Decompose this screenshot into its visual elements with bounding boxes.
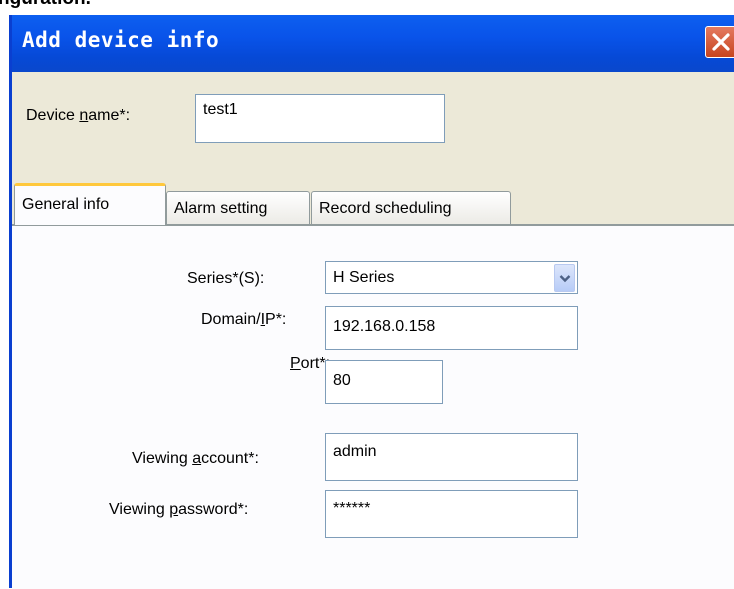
device-name-label: Device name*: <box>26 107 131 124</box>
dialog-body: Device name*: test1 General info Alarm s… <box>12 72 734 589</box>
tab-general-info[interactable]: General info <box>14 183 166 225</box>
viewing-password-input[interactable]: ****** <box>325 490 578 538</box>
series-select[interactable]: H Series <box>325 261 578 294</box>
page-heading: nguration. <box>0 0 91 10</box>
close-x-icon <box>712 33 730 51</box>
tab-alarm-setting[interactable]: Alarm setting <box>166 191 310 224</box>
viewing-account-input[interactable]: admin <box>325 433 578 481</box>
dialog-title: Add device info <box>22 28 220 52</box>
viewing-account-label: Viewing account*: <box>132 450 259 467</box>
add-device-dialog: Add device info Device name*: test1 Gene… <box>9 15 734 589</box>
tab-label: Record scheduling <box>319 200 452 217</box>
tab-label: General info <box>22 196 110 213</box>
port-input[interactable]: 80 <box>325 360 443 404</box>
series-dropdown-button[interactable] <box>554 264 575 292</box>
domain-ip-label: Domain/IP*: <box>201 311 287 328</box>
device-name-input[interactable]: test1 <box>195 94 445 143</box>
general-info-panel: Series*(S): H Series Domain/IP*: 192.168… <box>12 225 734 589</box>
port-label: Port*: <box>290 355 331 372</box>
chevron-down-icon <box>559 275 571 283</box>
domain-ip-input[interactable]: 192.168.0.158 <box>325 306 578 350</box>
series-label: Series*(S): <box>187 270 265 287</box>
close-button[interactable] <box>705 26 734 58</box>
tab-record-scheduling[interactable]: Record scheduling <box>311 191 511 224</box>
dialog-titlebar[interactable]: Add device info <box>12 15 734 72</box>
tab-label: Alarm setting <box>174 200 268 217</box>
viewing-password-label: Viewing password*: <box>109 501 249 518</box>
series-selected-value: H Series <box>333 269 395 286</box>
